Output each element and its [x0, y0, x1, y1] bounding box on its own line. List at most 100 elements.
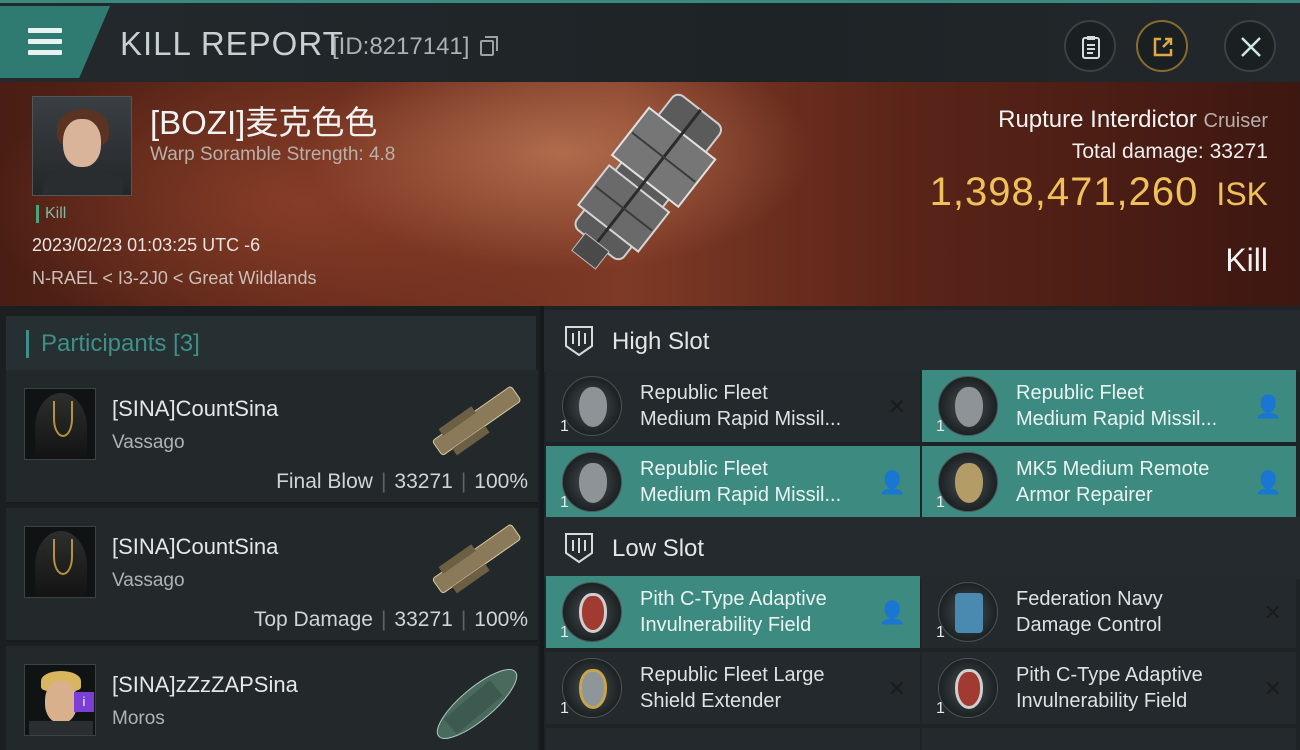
victim-summary: [BOZI]麦克色色 Warp Soramble Strength: 4.8 K…: [0, 82, 1300, 306]
person-icon: 👤: [1254, 394, 1282, 419]
module-item[interactable]: 1 Federation Navy Damage Control ✕: [922, 576, 1296, 648]
module-name: Republic Fleet Medium Rapid Missil...: [640, 458, 842, 506]
participant-ship-image: [432, 524, 521, 594]
page-title: KILL REPORT: [120, 25, 344, 62]
victim-name: [BOZI]麦克色色: [150, 104, 378, 141]
copy-icon[interactable]: [480, 36, 498, 56]
participant-name: [SINA]CountSina: [112, 534, 279, 559]
module-item[interactable]: 1 Republic Fleet Medium Rapid Missil... …: [546, 370, 920, 442]
module-qty: 1: [936, 700, 945, 717]
module-item[interactable]: 1 Republic Fleet Medium Rapid Missil... …: [922, 370, 1296, 442]
clipboard-button[interactable]: [1064, 20, 1116, 72]
module-item-partial[interactable]: [546, 728, 920, 750]
menu-icon-bar: [28, 39, 62, 44]
module-item-partial[interactable]: [922, 728, 1296, 750]
high-slot-header: High Slot: [544, 310, 1300, 372]
low-slot-icon: [565, 533, 593, 564]
module-item[interactable]: 1 Pith C-Type Adaptive Invulnerability F…: [546, 576, 920, 648]
destroyed-x-icon: ✕: [1263, 600, 1282, 625]
participant-ship: Vassago: [112, 432, 185, 453]
hooded-pilot-portrait: [35, 531, 87, 597]
module-qty: 1: [936, 624, 945, 641]
stats-divider: |: [460, 470, 467, 493]
participant-damage: 33271: [394, 470, 453, 493]
victim-avatar[interactable]: [32, 96, 132, 196]
module-item[interactable]: 1 Republic Fleet Medium Rapid Missil... …: [546, 446, 920, 518]
participant-percent: 100%: [474, 470, 528, 493]
participant-damage: 33271: [394, 608, 453, 631]
stats-divider: |: [380, 608, 387, 631]
ship-type: Rupture Interdictor: [998, 106, 1197, 133]
icon-core: [955, 387, 983, 427]
person-icon: 👤: [1254, 470, 1282, 495]
info-badge-icon: i: [74, 692, 94, 712]
icon-core: [955, 669, 983, 709]
top-bar: KILL REPORT [ID:8217141]: [0, 0, 1300, 82]
participant-avatar: [24, 526, 96, 598]
module-qty: 1: [936, 418, 945, 435]
module-qty: 1: [936, 494, 945, 511]
icon-core: [579, 669, 607, 709]
module-name: Pith C-Type Adaptive Invulnerability Fie…: [1016, 664, 1203, 712]
participant-stats: Top Damage | 33271 | 100%: [254, 608, 528, 632]
participants-panel: Participants [3] [SINA]CountSina Vassago…: [0, 306, 540, 750]
module-qty: 1: [560, 700, 569, 717]
module-name: Federation Navy Damage Control: [1016, 588, 1163, 636]
high-slot-title: High Slot: [612, 328, 710, 355]
icon-core: [955, 463, 983, 503]
stats-divider: |: [460, 608, 467, 631]
menu-button[interactable]: [0, 6, 110, 78]
icon-core: [955, 593, 983, 633]
close-button[interactable]: [1224, 20, 1276, 72]
participant-row[interactable]: i [SINA]zZzZAPSina Moros: [6, 646, 538, 750]
missile-launcher-icon: [938, 376, 998, 436]
module-name: Republic Fleet Medium Rapid Missil...: [1016, 382, 1218, 430]
total-damage: Total damage: 33271: [1072, 140, 1268, 164]
victim-ship-image: [571, 93, 723, 270]
warp-scramble-strength: Warp Soramble Strength: 4.8: [150, 144, 396, 165]
module-item[interactable]: 1 Pith C-Type Adaptive Invulnerability F…: [922, 652, 1296, 724]
module-qty: 1: [560, 624, 569, 641]
participant-percent: 100%: [474, 608, 528, 631]
module-qty: 1: [560, 418, 569, 435]
share-button[interactable]: [1136, 20, 1188, 72]
participant-ship: Vassago: [112, 570, 185, 591]
participant-ship-image: [436, 669, 518, 739]
participant-name: [SINA]CountSina: [112, 396, 279, 421]
avatar-face: [63, 119, 101, 167]
ship-class: Cruiser: [1203, 110, 1268, 132]
menu-icon: [28, 28, 62, 33]
clipboard-icon: [1082, 36, 1100, 59]
kill-datetime: 2023/02/23 01:03:25 UTC -6: [32, 235, 261, 255]
module-item[interactable]: 1 MK5 Medium Remote Armor Repairer 👤: [922, 446, 1296, 518]
module-name: MK5 Medium Remote Armor Repairer: [1016, 458, 1210, 506]
participant-row[interactable]: [SINA]CountSina Vassago Top Damage | 33271…: [6, 508, 538, 642]
pilot-body: [29, 721, 93, 735]
module-name: Pith C-Type Adaptive Invulnerability Fie…: [640, 588, 827, 636]
participant-role: Top Damage: [253, 608, 373, 631]
participant-row[interactable]: [SINA]CountSina Vassago Final Blow | 33271…: [6, 370, 538, 504]
person-icon: 👤: [878, 470, 906, 495]
participants-header[interactable]: Participants [3]: [6, 316, 536, 370]
shield-extender-icon: [562, 658, 622, 718]
kill-result: Kill: [1225, 242, 1268, 278]
fitting-panel: High Slot 1 Republic Fleet Medium Rapid …: [544, 306, 1300, 750]
module-name: Republic Fleet Medium Rapid Missil...: [640, 382, 842, 430]
high-slot-icon: [565, 326, 593, 357]
report-id: [ID:8217141]: [332, 33, 470, 60]
participant-role: Final Blow: [276, 470, 373, 493]
low-slot-title: Low Slot: [612, 535, 705, 562]
victim-ship-name: Rupture Interdictor Cruiser: [998, 106, 1268, 134]
icon-core: [579, 463, 607, 503]
total-damage-value: 33271: [1209, 140, 1268, 163]
missile-launcher-icon: [562, 452, 622, 512]
participant-ship-image: [432, 386, 521, 456]
damage-control-icon: [938, 582, 998, 642]
module-item[interactable]: 1 Republic Fleet Large Shield Extender ✕: [546, 652, 920, 724]
hooded-pilot-portrait: [35, 393, 87, 459]
kill-location: N-RAEL < I3-2J0 < Great Wildlands: [32, 268, 317, 288]
participants-title: Participants [3]: [26, 330, 200, 358]
invulnerability-field-icon: [562, 582, 622, 642]
kill-tag: Kill: [36, 205, 66, 223]
person-icon: 👤: [878, 600, 906, 625]
